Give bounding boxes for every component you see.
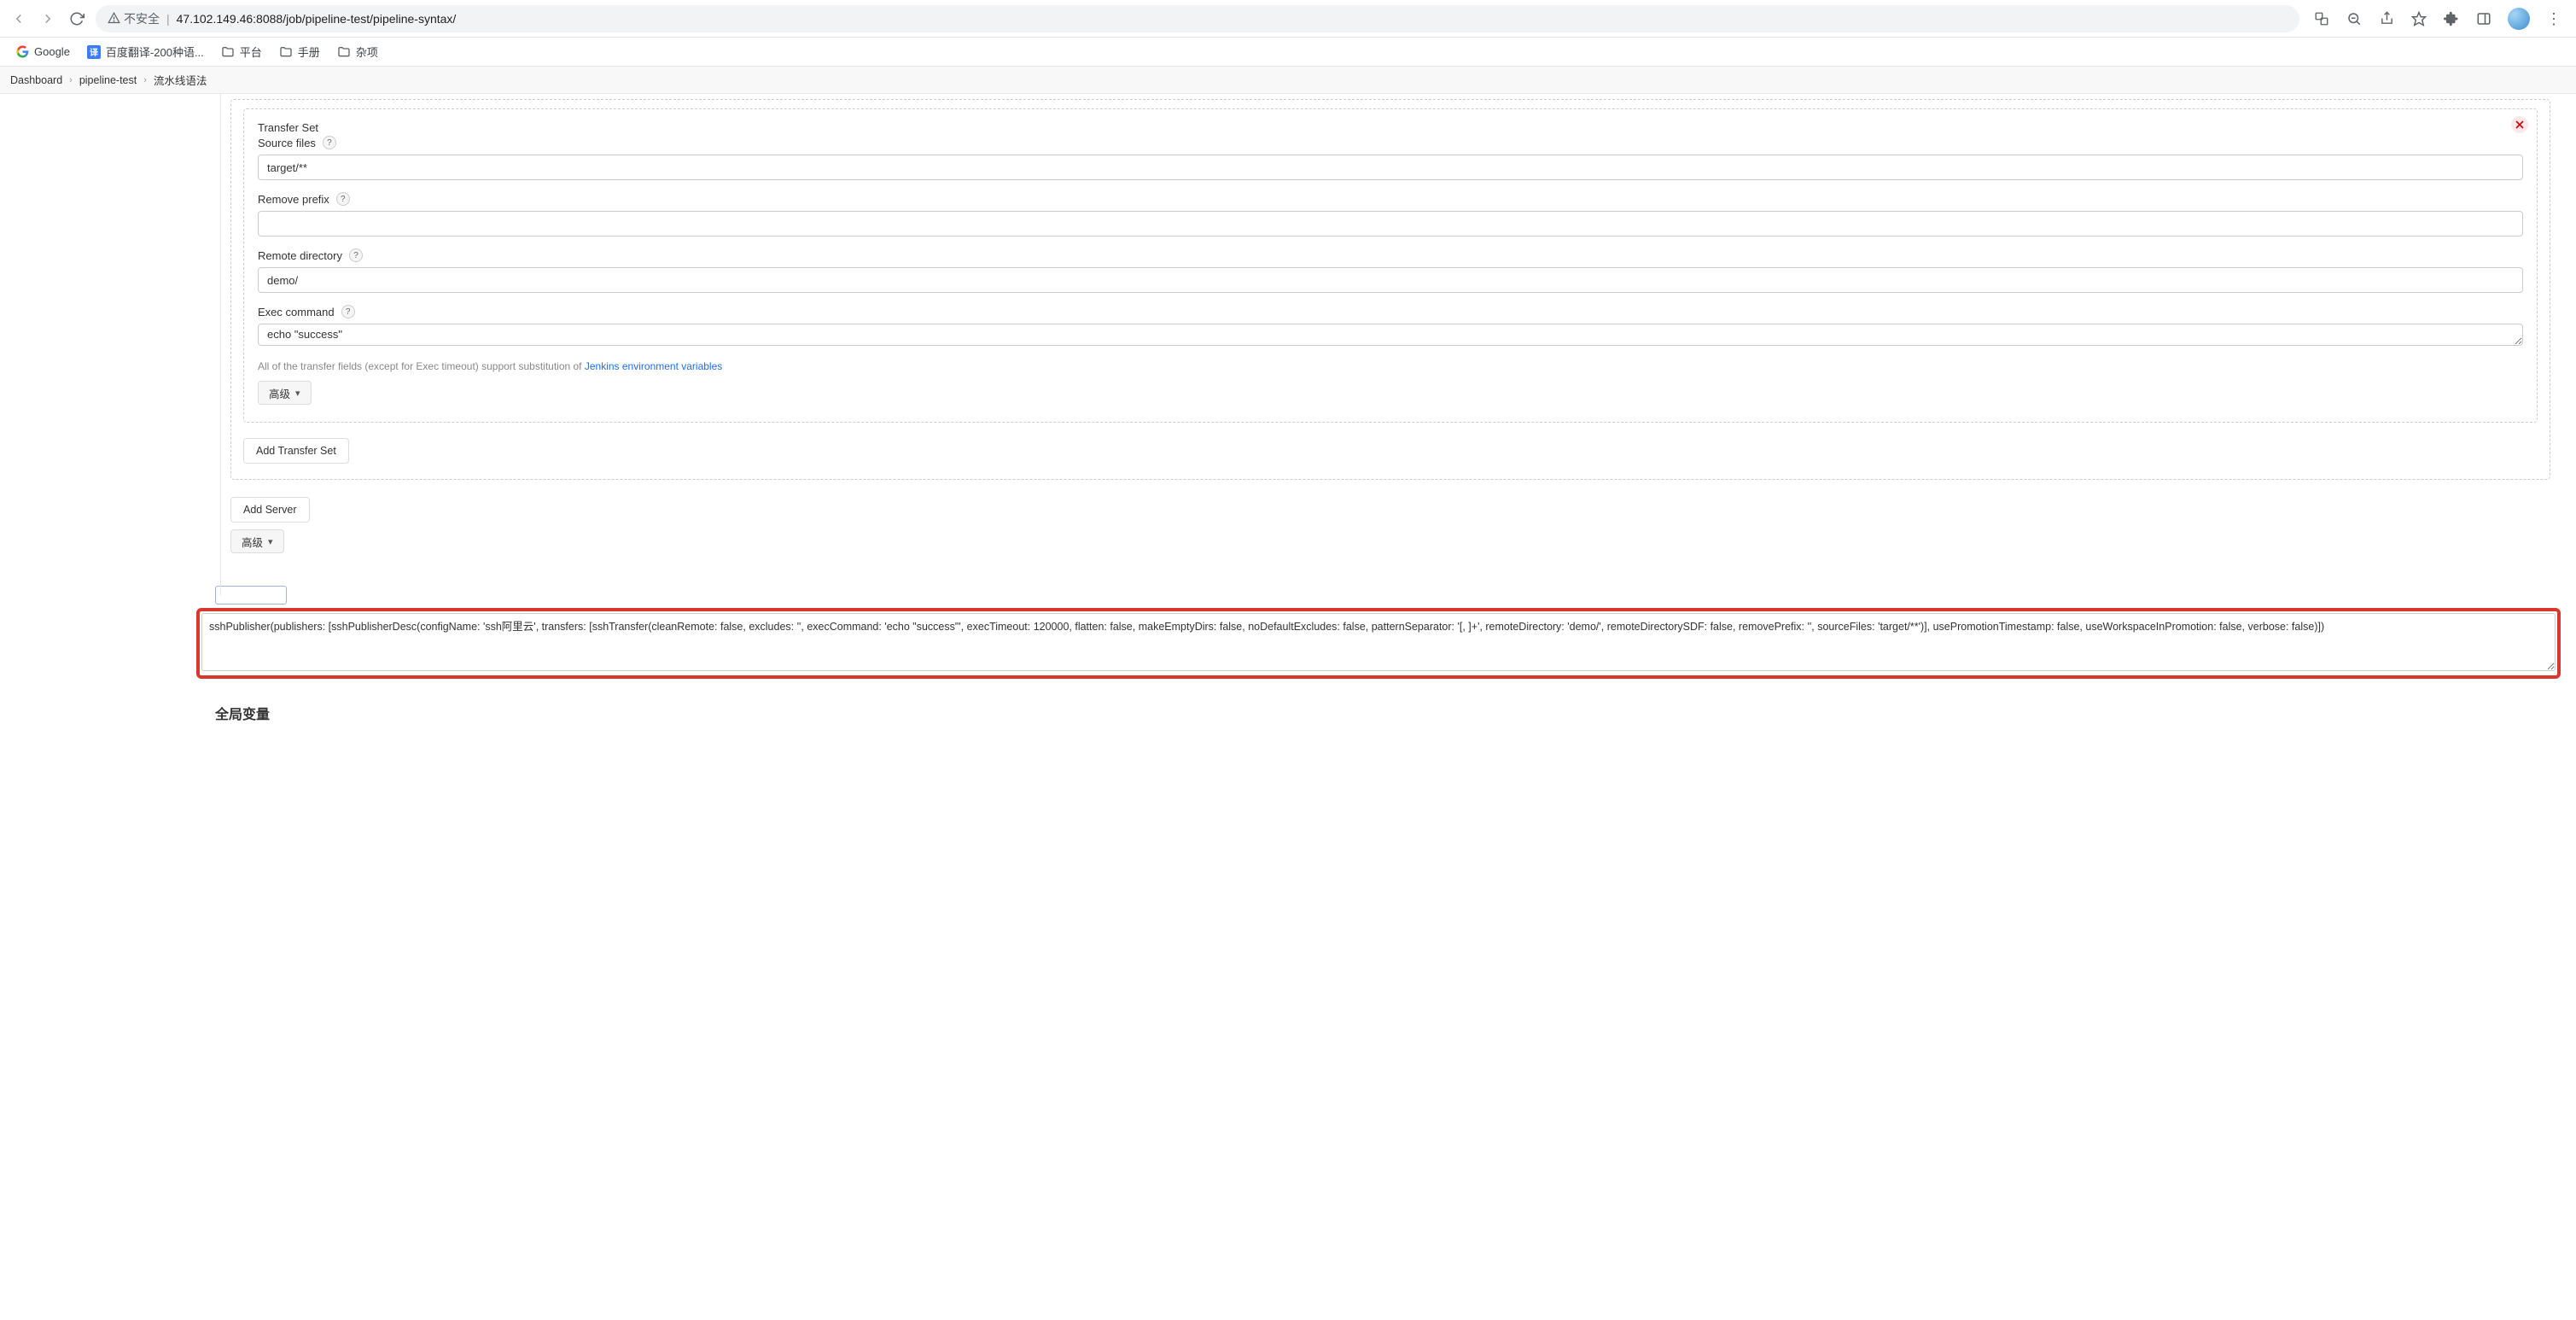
remote-directory-input[interactable] [258,267,2523,293]
env-vars-link[interactable]: Jenkins environment variables [585,360,722,372]
exec-command-label: Exec command [258,306,335,318]
help-icon[interactable]: ? [323,136,336,149]
crumb-dashboard[interactable]: Dashboard [10,74,62,86]
substitution-hint: All of the transfer fields (except for E… [258,360,2523,372]
left-divider [220,94,221,595]
remove-transfer-set-button[interactable] [2511,116,2528,133]
bookmark-star-icon[interactable] [2410,10,2427,27]
forward-button[interactable] [38,9,58,29]
help-icon[interactable]: ? [336,192,350,206]
zoom-icon[interactable] [2346,10,2363,27]
translate-app-icon: 译 [87,45,101,59]
generated-pipeline-output[interactable] [201,613,2556,671]
remote-directory-label: Remote directory [258,249,342,262]
svg-text:译: 译 [90,47,99,58]
server-advanced-button[interactable]: 高级 ▾ [230,529,284,553]
advanced-label: 高级 [269,385,290,401]
chevron-down-icon: ▾ [268,536,273,547]
source-files-label: Source files [258,137,316,149]
bookmark-baidu-translate[interactable]: 译 百度翻译-200种语... [87,44,204,60]
browser-toolbar: 不安全 | 47.102.149.46:8088/job/pipeline-te… [0,0,2576,38]
exec-command-input[interactable] [258,324,2523,346]
bookmark-label: 百度翻译-200种语... [106,44,204,60]
bookmark-folder-platform[interactable]: 平台 [221,44,262,60]
help-icon[interactable]: ? [341,305,355,318]
advanced-label: 高级 [242,534,263,550]
bookmark-label: 平台 [240,44,262,60]
add-transfer-set-button[interactable]: Add Transfer Set [243,438,349,464]
kebab-menu-icon[interactable]: ⋮ [2545,10,2562,27]
help-icon[interactable]: ? [349,248,363,262]
chevron-down-icon: ▾ [295,388,300,399]
sidepanel-icon[interactable] [2475,10,2492,27]
extensions-icon[interactable] [2443,10,2460,27]
folder-icon [337,45,351,59]
bookmark-label: 手册 [298,44,320,60]
global-variables-heading: 全局变量 [215,703,2550,723]
remove-prefix-label: Remove prefix [258,193,329,206]
output-highlight [196,608,2561,679]
chevron-right-icon: › [143,75,147,85]
address-bar[interactable]: 不安全 | 47.102.149.46:8088/job/pipeline-te… [96,5,2299,32]
back-button[interactable] [9,9,29,29]
hint-text: All of the transfer fields (except for E… [258,360,585,372]
profile-avatar[interactable] [2508,8,2530,30]
chrome-actions: ⋮ [2308,8,2567,30]
chevron-right-icon: › [69,75,73,85]
folder-icon [279,45,293,59]
transfer-set-title: Transfer Set [258,121,2523,134]
generate-script-button[interactable] [215,586,287,605]
remove-prefix-input[interactable] [258,211,2523,237]
url-text: 47.102.149.46:8088/job/pipeline-test/pip… [177,12,457,26]
transfer-set-box: Transfer Set Source files ? Remove prefi… [243,108,2538,423]
folder-icon [221,45,235,59]
share-icon[interactable] [2378,10,2395,27]
separator: | [166,12,170,26]
bookmarks-bar: Google 译 百度翻译-200种语... 平台 手册 杂项 [0,38,2576,67]
translate-icon[interactable] [2313,10,2330,27]
server-config-box: Transfer Set Source files ? Remove prefi… [230,99,2550,480]
bookmark-google[interactable]: Google [15,45,70,59]
bookmark-folder-manual[interactable]: 手册 [279,44,320,60]
crumb-job[interactable]: pipeline-test [79,74,137,86]
breadcrumb: Dashboard › pipeline-test › 流水线语法 [0,67,2576,94]
button-label: Add Server [243,504,297,516]
not-secure-indicator: 不安全 [108,10,160,27]
google-icon [15,45,29,59]
reload-button[interactable] [67,9,87,29]
not-secure-label: 不安全 [124,10,160,27]
bookmark-label: 杂项 [356,44,378,60]
bookmark-folder-misc[interactable]: 杂项 [337,44,378,60]
source-files-input[interactable] [258,155,2523,180]
add-server-button[interactable]: Add Server [230,497,310,523]
bookmark-label: Google [34,45,70,58]
transfer-advanced-button[interactable]: 高级 ▾ [258,381,312,405]
crumb-page[interactable]: 流水线语法 [154,72,207,88]
button-label: Add Transfer Set [256,445,336,457]
